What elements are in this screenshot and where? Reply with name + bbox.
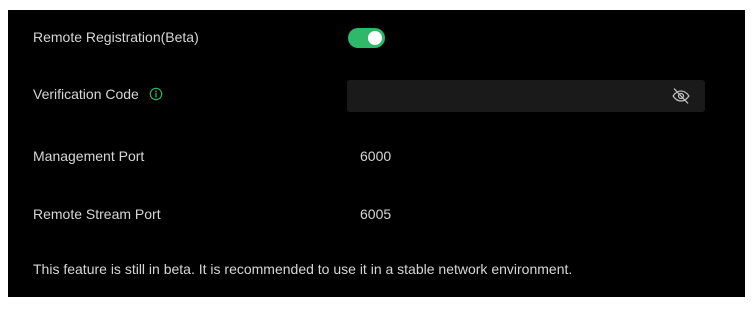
verification-code-label-group: Verification Code xyxy=(33,86,163,102)
remote-registration-panel: Remote Registration(Beta) Verification C… xyxy=(8,10,745,297)
canvas: Remote Registration(Beta) Verification C… xyxy=(0,0,753,309)
management-port-label: Management Port xyxy=(33,148,145,164)
management-port-value: 6000 xyxy=(360,148,392,164)
toggle-knob xyxy=(368,31,382,45)
info-icon[interactable] xyxy=(149,87,163,101)
remote-stream-port-label: Remote Stream Port xyxy=(33,206,161,222)
eye-slash-icon[interactable] xyxy=(671,86,691,106)
remote-registration-toggle[interactable] xyxy=(348,28,385,48)
verification-code-input[interactable] xyxy=(347,80,657,112)
verification-code-field xyxy=(347,80,705,112)
remote-registration-label: Remote Registration(Beta) xyxy=(33,29,199,45)
beta-notice: This feature is still in beta. It is rec… xyxy=(33,261,573,277)
verification-code-label: Verification Code xyxy=(33,86,139,102)
remote-stream-port-value: 6005 xyxy=(360,206,392,222)
